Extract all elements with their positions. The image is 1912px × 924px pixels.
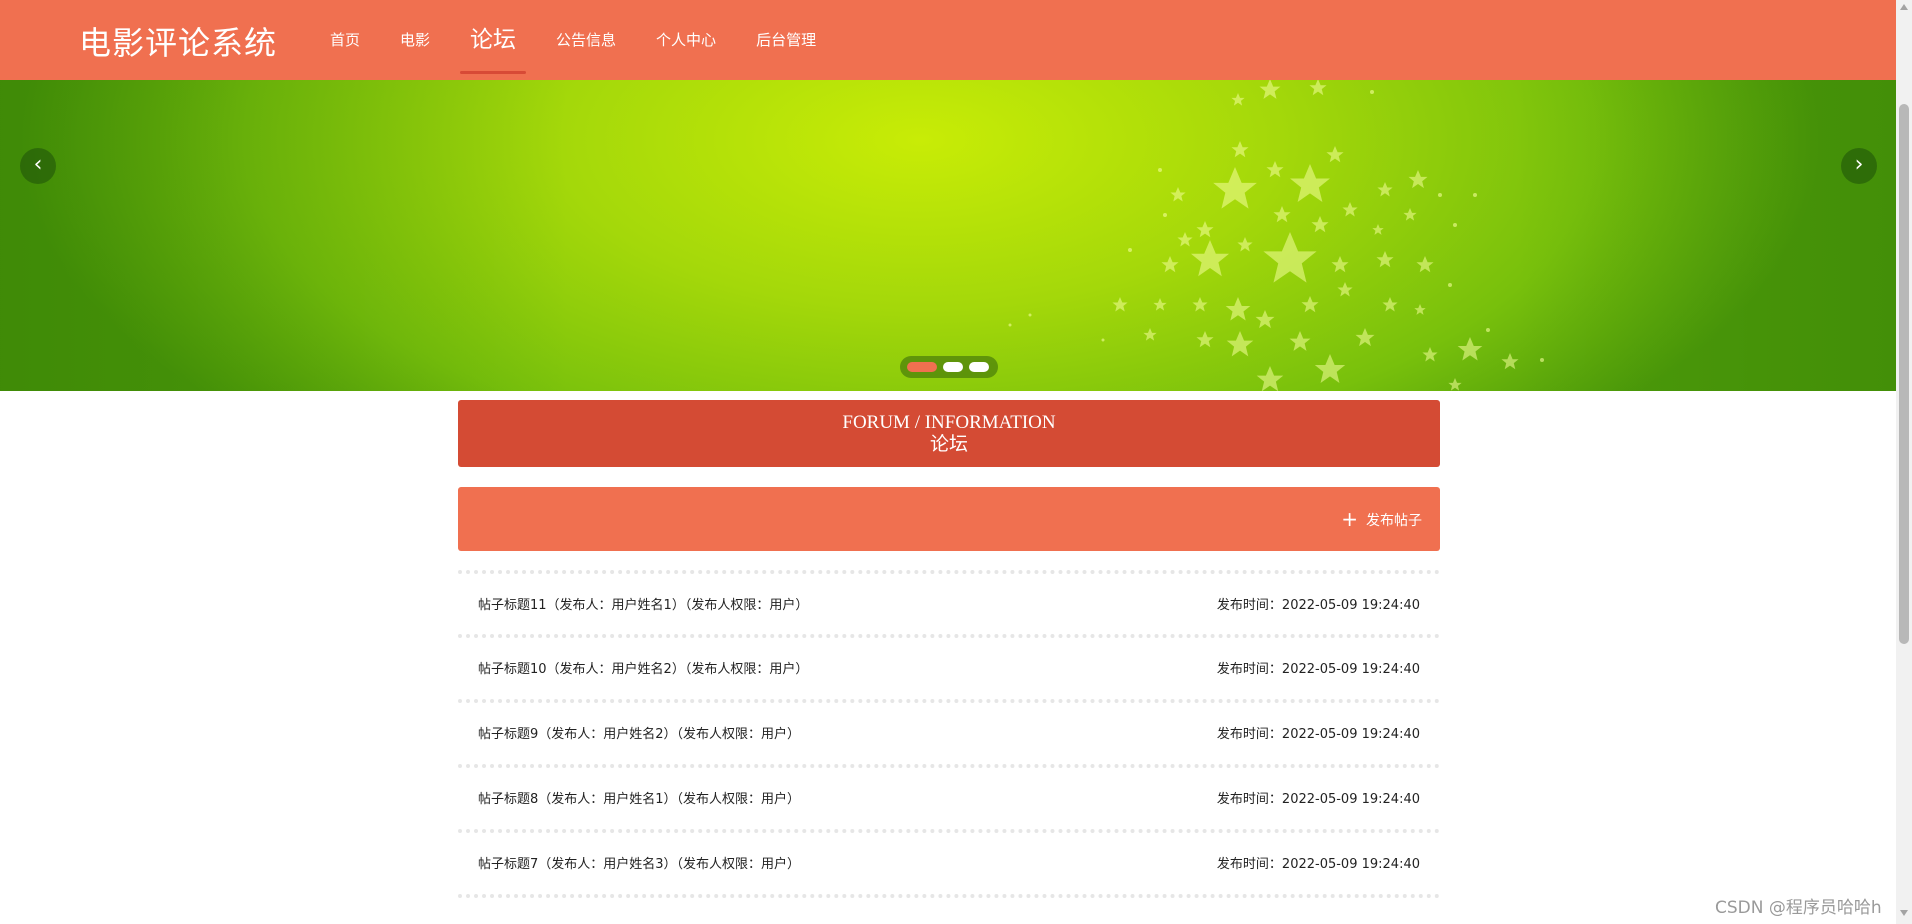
nav-item-movies[interactable]: 电影 bbox=[380, 0, 450, 80]
section-title-en: FORUM / INFORMATION bbox=[842, 412, 1056, 433]
plus-icon: + bbox=[1341, 507, 1358, 531]
post-row[interactable]: 帖子标题9（发布人：用户姓名2）（发布人权限：用户） 发布时间：2022-05-… bbox=[458, 703, 1440, 763]
post-row[interactable]: 帖子标题8（发布人：用户姓名1）（发布人权限：用户） 发布时间：2022-05-… bbox=[458, 768, 1440, 828]
site-logo[interactable]: 电影评论系统 bbox=[79, 18, 277, 64]
post-time: 发布时间：2022-05-09 19:24:40 bbox=[1216, 598, 1420, 613]
post-row[interactable]: 帖子标题7（发布人：用户姓名3）（发布人权限：用户） 发布时间：2022-05-… bbox=[458, 833, 1440, 893]
chevron-left-icon: ‹ bbox=[33, 152, 43, 177]
nav-item-personal-center[interactable]: 个人中心 bbox=[636, 0, 736, 80]
active-nav-underline bbox=[460, 71, 527, 74]
post-time: 发布时间：2022-05-09 19:24:40 bbox=[1216, 857, 1420, 872]
post-time: 发布时间：2022-05-09 19:24:40 bbox=[1216, 792, 1420, 807]
post-row[interactable]: 帖子标题11（发布人：用户姓名1）（发布人权限：用户） 发布时间：2022-05… bbox=[458, 574, 1440, 634]
scroll-down-arrow-icon[interactable] bbox=[1900, 910, 1908, 916]
post-title[interactable]: 帖子标题10（发布人：用户姓名2）（发布人权限：用户） bbox=[478, 658, 808, 677]
carousel-dot-3[interactable] bbox=[969, 362, 989, 372]
scroll-up-arrow-icon[interactable] bbox=[1900, 4, 1908, 10]
nav-item-label: 公告信息 bbox=[556, 31, 617, 49]
carousel-dot-1[interactable] bbox=[907, 362, 937, 372]
list-divider bbox=[458, 894, 1440, 898]
post-title[interactable]: 帖子标题8（发布人：用户姓名1）（发布人权限：用户） bbox=[478, 788, 800, 807]
nav-item-label: 电影 bbox=[400, 31, 431, 49]
nav-item-label: 首页 bbox=[330, 31, 361, 49]
carousel-indicators bbox=[900, 356, 998, 378]
scroll-thumb[interactable] bbox=[1899, 104, 1909, 644]
nav-item-label: 个人中心 bbox=[656, 31, 717, 49]
post-title[interactable]: 帖子标题7（发布人：用户姓名3）（发布人权限：用户） bbox=[478, 853, 800, 872]
csdn-watermark: CSDN @程序员哈哈h bbox=[1715, 893, 1882, 918]
post-time: 发布时间：2022-05-09 19:24:40 bbox=[1216, 662, 1420, 677]
post-time: 发布时间：2022-05-09 19:24:40 bbox=[1216, 727, 1420, 742]
main-nav: 首页 电影 论坛 公告信息 个人中心 后台管理 bbox=[310, 0, 836, 80]
nav-item-announcements[interactable]: 公告信息 bbox=[536, 0, 636, 80]
post-row[interactable]: 帖子标题10（发布人：用户姓名2）（发布人权限：用户） 发布时间：2022-05… bbox=[458, 638, 1440, 698]
chevron-right-icon: › bbox=[1854, 152, 1864, 177]
section-title-bar: FORUM / INFORMATION 论坛 bbox=[458, 400, 1440, 467]
publish-post-button[interactable]: + 发布帖子 bbox=[1335, 507, 1428, 531]
nav-item-label: 后台管理 bbox=[756, 31, 817, 49]
post-title[interactable]: 帖子标题9（发布人：用户姓名2）（发布人权限：用户） bbox=[478, 723, 800, 742]
banner-stars-decoration bbox=[1008, 80, 1544, 391]
nav-item-admin[interactable]: 后台管理 bbox=[736, 0, 836, 80]
banner-carousel[interactable]: ‹ › bbox=[0, 80, 1896, 391]
publish-post-label: 发布帖子 bbox=[1366, 513, 1422, 529]
top-header: 电影评论系统 首页 电影 论坛 公告信息 个人中心 后台管理 bbox=[0, 0, 1896, 80]
post-title[interactable]: 帖子标题11（发布人：用户姓名1）（发布人权限：用户） bbox=[478, 594, 808, 613]
carousel-next-button[interactable]: › bbox=[1841, 148, 1877, 184]
nav-item-label: 论坛 bbox=[470, 27, 517, 53]
carousel-dot-2[interactable] bbox=[943, 362, 963, 372]
carousel-prev-button[interactable]: ‹ bbox=[20, 148, 56, 184]
nav-item-home[interactable]: 首页 bbox=[310, 0, 380, 80]
nav-item-forum[interactable]: 论坛 bbox=[450, 0, 536, 80]
section-title-cn: 论坛 bbox=[929, 434, 968, 455]
page-scrollbar[interactable] bbox=[1896, 0, 1912, 924]
forum-action-bar: + 发布帖子 bbox=[458, 487, 1440, 551]
